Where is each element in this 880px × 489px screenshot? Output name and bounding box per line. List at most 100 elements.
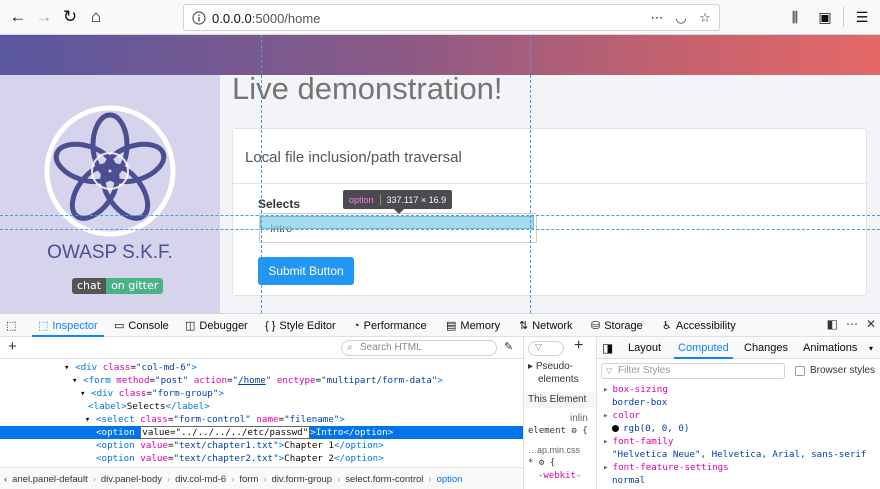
tab-performance[interactable]: ◔ Performance [353,314,427,337]
add-rule-icon[interactable]: + [574,337,583,355]
tab-inspector[interactable]: ⬚ Inspector [32,314,104,337]
markup-node[interactable]: <option value="text/chapter2.txt">Chapte… [0,452,523,465]
gitter-badge[interactable]: chat on gitter [72,278,164,294]
markup-node[interactable]: ▾ <div class="form-group"> [0,387,523,400]
header-banner [0,35,880,75]
markup-toolbar: + Search HTML ✎ [0,337,523,359]
back-arrow-icon[interactable]: ← [6,5,30,29]
network-icon: ⇅ [519,320,529,332]
toolbar-separator [843,7,844,27]
computed-property-value: border-box [612,397,668,408]
breadcrumb-item[interactable]: form [239,474,258,485]
tooltip-dimensions: 337.117 × 16.9 [386,194,447,205]
tab-storage[interactable]: ⛁ Storage [591,314,643,337]
computed-property-name[interactable]: font-family [597,435,880,448]
more-actions-icon[interactable]: ⋯ [647,8,667,28]
sidebar-icon[interactable]: ▣ [811,5,839,29]
breadcrumb-item[interactable]: option [437,474,463,485]
web-page: OWASP S.K.F. chat on gitter Live demonst… [0,35,880,313]
tab-layout[interactable]: Layout [628,337,661,359]
computed-property-name[interactable]: font-feature-settings [597,461,880,474]
breadcrumb: ‹ anel.panel-default › div.panel-body › div.… [0,467,523,489]
inspector-tooltip: option 337.117 × 16.9 [343,190,453,209]
inspector-icon: ⬚ [38,320,49,332]
url-text[interactable]: 0.0.0.0:5000/home [212,11,320,26]
hamburger-menu-icon[interactable]: ☰ [848,5,876,29]
bookmark-star-icon[interactable]: ☆ [695,8,715,28]
breadcrumb-item[interactable]: select.form-control [345,474,423,485]
computed-properties: box-sizingborder-boxcolorrgb(0, 0, 0)fon… [597,383,880,489]
element-picker-icon[interactable]: ⬚ [6,314,16,337]
markup-node[interactable]: <option value="text/chapter1.txt">Chapte… [0,439,523,452]
tab-animations[interactable]: Animations [803,337,857,359]
reload-icon[interactable]: ↻ [58,5,82,29]
breadcrumb-back-icon[interactable]: ‹ [4,474,7,485]
markup-node[interactable]: ▾ <select class="form-control" name="fil… [0,413,523,426]
markup-tree[interactable]: ▾ <div class="col-md-6"> ▾ <form method="… [0,361,523,478]
breadcrumb-item[interactable]: div.col-md-6 [175,474,226,485]
computed-property-value: rgb(0, 0, 0) [597,422,880,435]
close-devtools-icon[interactable]: ✕ [866,317,876,331]
tab-accessibility[interactable]: ♿ Accessibility [662,314,736,337]
computed-property-name[interactable]: color [597,409,880,422]
devtools-more-icon[interactable]: ⋯ [846,317,858,331]
rules-filter-input[interactable]: ▽ [528,341,564,356]
rules-view: ▽ + ▸ Pseudo- elements This Element inli… [523,337,596,489]
dock-icon[interactable]: ◧ [827,317,838,331]
exercise-panel: Local file inclusion/path traversal Sele… [232,128,867,296]
debugger-icon: ◫ [185,320,196,332]
browser-toolbar: ← → ↻ ⌂ 0.0.0.0:5000/home ⋯ ◡ ☆ ⫼ ▣ ☰ [0,0,880,35]
stylesheet-source-link[interactable]: …ap.min.css [528,445,580,455]
markup-view: + Search HTML ✎ ▾ <div class="col-md-6">… [0,337,523,477]
markup-node[interactable]: ▾ <div class="col-md-6"> [0,361,523,374]
breadcrumb-item[interactable]: div.panel-body [101,474,162,485]
breadcrumb-item[interactable]: anel.panel-default [12,474,88,485]
tab-memory[interactable]: ▤ Memory [446,314,500,337]
forward-arrow-icon[interactable]: → [32,5,56,29]
filter-styles-input[interactable]: Filter Styles [601,363,785,379]
browser-window: ← → ↻ ⌂ 0.0.0.0:5000/home ⋯ ◡ ☆ ⫼ ▣ ☰ OW… [0,0,880,489]
accessibility-icon: ♿ [662,320,672,332]
sidebar-panel: ◨ Layout Computed Changes Animations ▾ F… [596,337,880,489]
library-icon[interactable]: ⫼ [781,5,809,29]
brand-name: OWASP S.K.F. [47,242,173,263]
toggle-pane-icon[interactable]: ◨ [602,337,613,359]
eyedropper-icon[interactable]: ✎ [504,340,513,353]
breadcrumb-item[interactable]: div.form-group [272,474,333,485]
tab-debugger[interactable]: ◫ Debugger [185,314,248,337]
storage-icon: ⛁ [591,320,601,332]
guide-line-left [261,35,262,313]
inline-source-link[interactable]: inlin [570,413,588,424]
home-icon[interactable]: ⌂ [84,5,108,29]
sidebar-tabbar: ◨ Layout Computed Changes Animations ▾ [597,337,880,359]
submit-button[interactable]: Submit Button [258,257,354,285]
webkit-property: -webkit- [538,471,582,481]
browser-styles-checkbox[interactable] [795,366,805,376]
pocket-icon[interactable]: ◡ [671,8,691,28]
breadcrumb-separator-icon: › [263,473,267,485]
markup-node[interactable]: <label>Selects</label> [0,400,523,413]
tab-computed[interactable]: Computed [674,337,733,359]
markup-node[interactable]: ▾ <form method="post" action="/home" enc… [0,374,523,387]
tab-style-editor[interactable]: { } Style Editor [265,314,336,337]
computed-property-value: "Helvetica Neue", Helvetica, Arial, sans… [612,449,867,460]
tab-network[interactable]: ⇅ Network [519,314,573,337]
info-icon[interactable] [192,11,206,25]
panel-title: Local file inclusion/path traversal [245,149,462,166]
search-html-input[interactable]: Search HTML [341,340,497,356]
url-bar[interactable]: 0.0.0.0:5000/home ⋯ ◡ ☆ [183,4,720,31]
tab-changes[interactable]: Changes [744,337,788,359]
breadcrumb-separator-icon: › [428,473,432,485]
tooltip-arrow [393,208,405,214]
performance-icon: ◔ [353,319,360,332]
color-swatch-icon[interactable] [612,425,619,432]
tab-overflow-chevron-icon[interactable]: ▾ [869,337,873,359]
tooltip-tag: option [349,194,374,205]
memory-icon: ▤ [446,320,457,332]
markup-node-selected[interactable]: <option value="../../../../etc/passwd" >I… [0,426,523,439]
computed-property-name[interactable]: box-sizing [597,383,880,396]
pseudo-elements-toggle[interactable]: ▸ Pseudo- [528,361,573,372]
element-rule: element ⚙ { [528,426,588,436]
add-node-icon[interactable]: + [8,338,17,355]
tab-console[interactable]: ▭ Console [114,314,169,337]
